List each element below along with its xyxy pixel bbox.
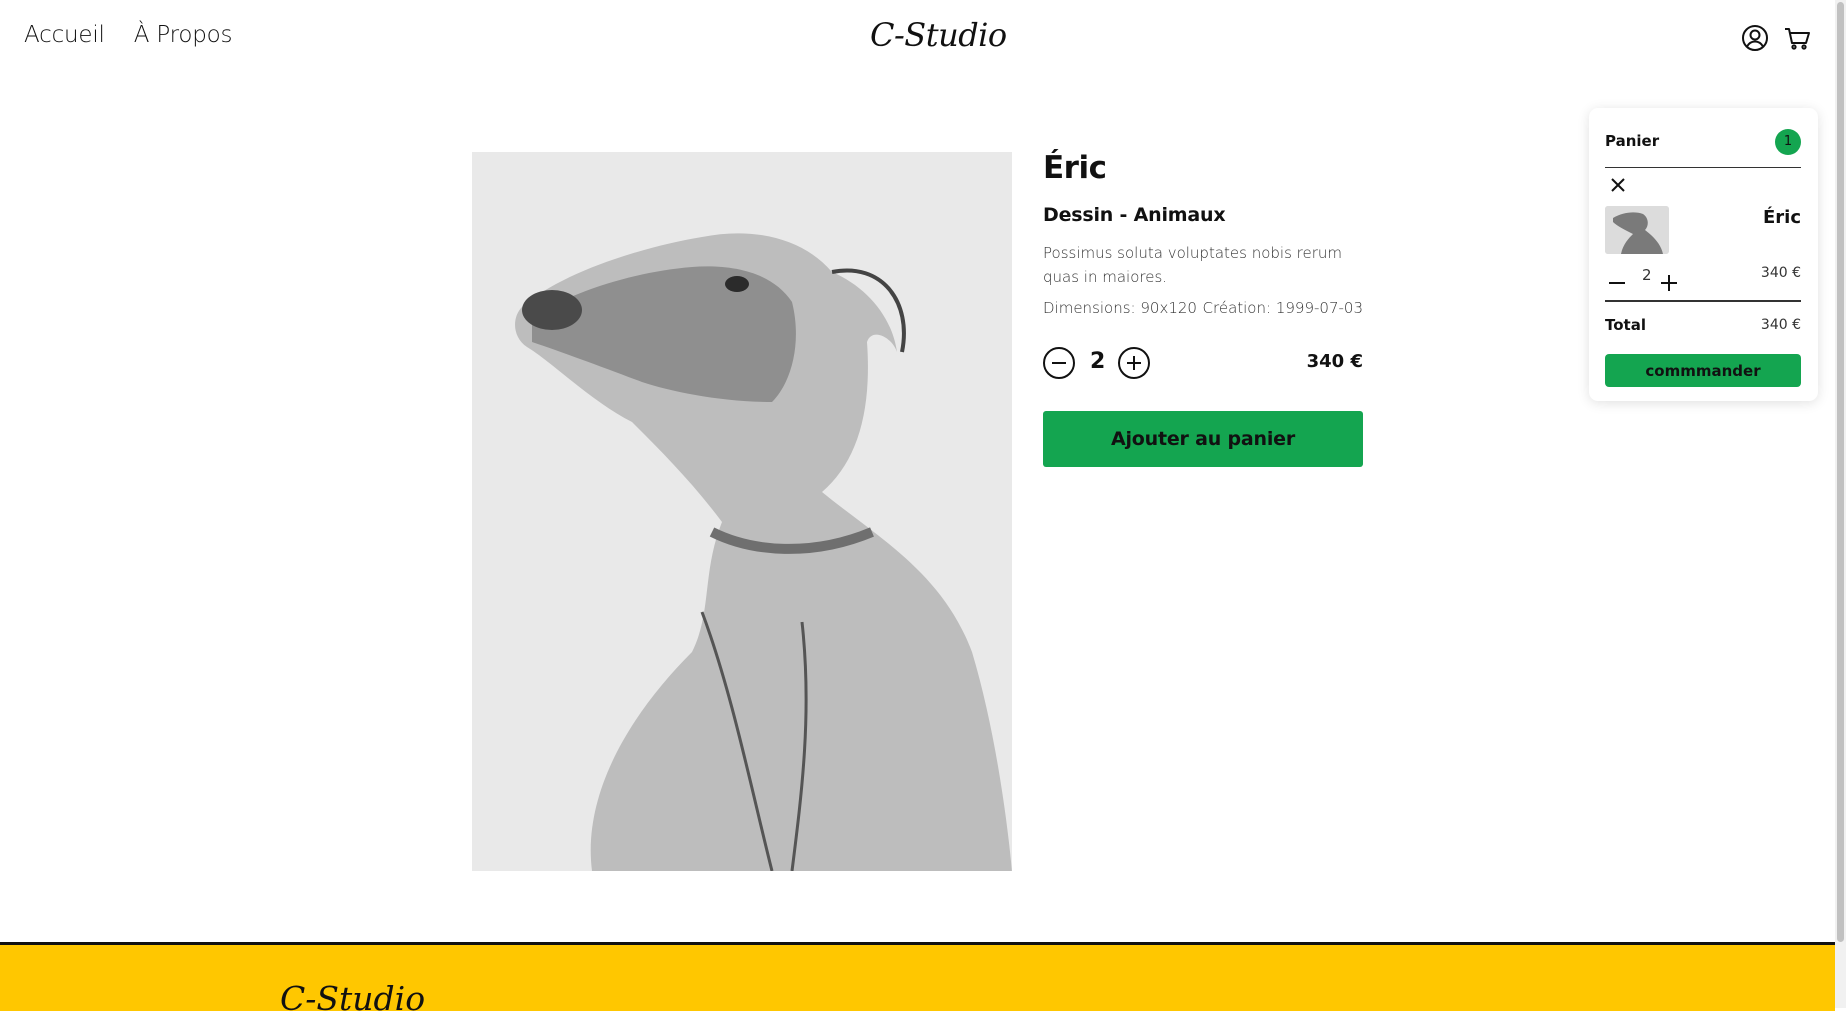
cart-title: Panier [1605, 132, 1660, 150]
add-to-cart-button[interactable]: Ajouter au panier [1043, 411, 1363, 467]
page-scrollbar[interactable] [1835, 0, 1846, 1008]
cart-total-label: Total [1605, 316, 1646, 334]
product-title: Éric [1043, 150, 1107, 186]
nav-about-link[interactable]: À Propos [134, 22, 233, 48]
site-logo[interactable]: C-Studio [870, 16, 1007, 54]
cart-total-value: 340 € [1760, 317, 1801, 333]
user-icon[interactable] [1741, 24, 1769, 52]
nav-home-link[interactable]: Accueil [24, 22, 105, 48]
decrease-quantity-button[interactable] [1043, 347, 1075, 379]
cart-panel: Panier 1 Éric 2 340 € Total 340 € commma… [1589, 108, 1818, 401]
footer-logo: C-Studio [280, 979, 426, 1011]
cart-item-quantity: 2 [1642, 266, 1652, 284]
cart-item-price: 340 € [1760, 265, 1801, 281]
product-description: Possimus soluta voluptates nobis rerum q… [1043, 244, 1343, 286]
cart-header: Panier 1 [1605, 124, 1801, 168]
quantity-selector: 2 340 € [1043, 347, 1363, 381]
site-header: Accueil À Propos C-Studio [0, 0, 1835, 76]
product-meta: Dimensions: 90x120 Création: 1999-07-03 [1043, 299, 1363, 317]
cart-item-thumbnail [1605, 206, 1669, 254]
cart-item-name: Éric [1762, 207, 1801, 228]
quantity-value: 2 [1090, 349, 1106, 374]
product-info: Éric Dessin - Animaux Possimus soluta vo… [1043, 150, 1363, 467]
product-image [472, 152, 1012, 871]
product-dimensions: Dimensions: 90x120 [1043, 299, 1197, 317]
product-creation-date: Création: 1999-07-03 [1202, 299, 1363, 317]
minus-icon[interactable] [1609, 275, 1625, 291]
site-footer: C-Studio [0, 942, 1835, 1011]
main-nav: Accueil À Propos [24, 22, 233, 48]
product-price: 340 € [1306, 351, 1363, 372]
cart-count-badge: 1 [1775, 129, 1801, 155]
cart-icon[interactable] [1783, 24, 1811, 52]
order-button[interactable]: commmander [1605, 354, 1801, 387]
product-category: Dessin - Animaux [1043, 204, 1226, 226]
cart-divider [1605, 300, 1801, 302]
close-icon[interactable] [1609, 176, 1627, 194]
scrollbar-thumb[interactable] [1837, 2, 1844, 942]
plus-icon[interactable] [1661, 275, 1677, 291]
increase-quantity-button[interactable] [1118, 347, 1150, 379]
